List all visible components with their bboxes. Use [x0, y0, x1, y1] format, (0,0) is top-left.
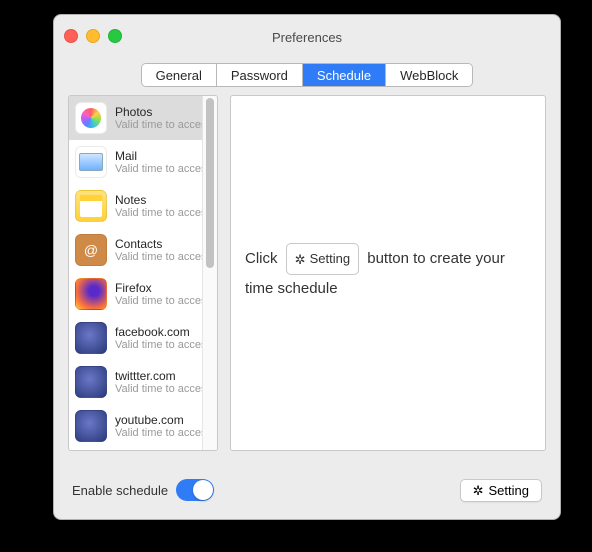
list-item-sub: Valid time to access — [115, 207, 212, 220]
list-item-sub: Valid time to access — [115, 119, 212, 132]
list-item[interactable]: PhotosValid time to access — [69, 96, 217, 140]
window-title: Preferences — [272, 30, 342, 45]
scrollbar-thumb[interactable] — [206, 98, 214, 268]
list-item[interactable]: @ ContactsValid time to access — [69, 228, 217, 272]
zoom-icon[interactable] — [108, 29, 122, 43]
inline-setting-button[interactable]: ✲ Setting — [286, 243, 359, 275]
scrollbar[interactable] — [202, 96, 217, 450]
list-item-sub: Valid time to access — [115, 295, 212, 308]
list-item-name: youtube.com — [115, 413, 212, 427]
web-icon — [75, 410, 107, 442]
web-icon — [75, 366, 107, 398]
tab-webblock[interactable]: WebBlock — [386, 64, 472, 86]
list-item-sub: Valid time to access — [115, 383, 212, 396]
tab-password[interactable]: Password — [217, 64, 303, 86]
window-controls — [64, 29, 122, 43]
list-item[interactable]: FirefoxValid time to access — [69, 272, 217, 316]
setting-button-label: Setting — [489, 483, 529, 498]
list-item-sub: Valid time to access — [115, 427, 212, 440]
tab-schedule[interactable]: Schedule — [303, 64, 386, 86]
hint-text: button to create your time schedule — [245, 250, 505, 297]
enable-schedule-label: Enable schedule — [72, 483, 168, 498]
list-item-name: Firefox — [115, 281, 212, 295]
tab-bar: GeneralPasswordScheduleWebBlock — [54, 63, 560, 87]
list-item[interactable]: twittter.comValid time to access — [69, 360, 217, 404]
titlebar[interactable]: Preferences — [54, 15, 560, 59]
list-item-name: twittter.com — [115, 369, 212, 383]
tab-general[interactable]: General — [142, 64, 217, 86]
setting-button[interactable]: ✲ Setting — [460, 479, 542, 502]
list-item-name: Mail — [115, 149, 212, 163]
web-icon — [75, 322, 107, 354]
mail-icon — [75, 146, 107, 178]
contacts-icon: @ — [75, 234, 107, 266]
notes-icon — [75, 190, 107, 222]
bottom-bar: Enable schedule ✲ Setting — [72, 475, 542, 505]
list-item-sub: Valid time to access — [115, 251, 212, 264]
list-item-name: Notes — [115, 193, 212, 207]
list-item[interactable]: NotesValid time to access — [69, 184, 217, 228]
enable-schedule-toggle[interactable] — [176, 479, 214, 501]
list-item[interactable]: MailValid time to access — [69, 140, 217, 184]
list-item[interactable]: facebook.comValid time to access — [69, 316, 217, 360]
content-area: PhotosValid time to accessMailValid time… — [68, 95, 546, 451]
app-list: PhotosValid time to accessMailValid time… — [68, 95, 218, 451]
list-item-sub: Valid time to access — [115, 163, 212, 176]
list-item-name: Contacts — [115, 237, 212, 251]
firefox-icon — [75, 278, 107, 310]
gear-icon: ✲ — [295, 253, 306, 266]
enable-schedule: Enable schedule — [72, 479, 214, 501]
list-item[interactable]: youtube.comValid time to access — [69, 404, 217, 448]
close-icon[interactable] — [64, 29, 78, 43]
minimize-icon[interactable] — [86, 29, 100, 43]
list-item-sub: Valid time to access — [115, 339, 212, 352]
list-item-name: facebook.com — [115, 325, 212, 339]
gear-icon: ✲ — [473, 484, 484, 497]
photos-icon — [75, 102, 107, 134]
inline-setting-label: Setting — [310, 245, 350, 273]
list-item-name: Photos — [115, 105, 212, 119]
schedule-hint-pane: Click ✲ Setting button to create your ti… — [230, 95, 546, 451]
hint-text: Click — [245, 250, 278, 267]
toggle-knob — [193, 480, 213, 500]
preferences-window: Preferences GeneralPasswordScheduleWebBl… — [53, 14, 561, 520]
